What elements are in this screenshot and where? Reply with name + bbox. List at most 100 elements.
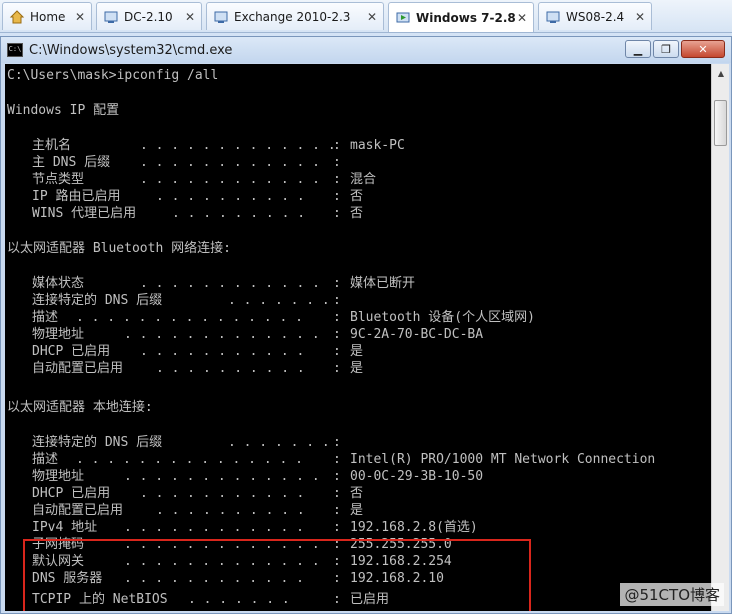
field-label: 连接特定的 DNS 后缀 — [32, 435, 163, 450]
minimize-button[interactable]: ▁ — [625, 40, 651, 58]
field-label: 描述 — [32, 310, 59, 325]
field-dots: . . . . . . . . . . — [156, 189, 305, 204]
field-dots: . . . . . . . — [228, 435, 330, 450]
close-button[interactable]: ✕ — [681, 40, 725, 58]
close-icon[interactable]: ✕ — [633, 10, 647, 24]
field-colon: : — [333, 469, 341, 484]
field-label: 自动配置已启用 — [32, 503, 124, 518]
field-dots: . . . . . . . . . . . . . . . — [76, 452, 303, 467]
field-label: IPv4 地址 — [32, 520, 98, 535]
scrollbar-thumb[interactable] — [714, 100, 727, 146]
title-bar[interactable]: C:\ C:\Windows\system32\cmd.exe ▁ ❐ ✕ — [1, 37, 731, 63]
field-colon: : — [333, 361, 341, 376]
field-dots: . . . . . . . . . — [172, 206, 306, 221]
tab-label: Home — [30, 9, 66, 24]
field-colon: : — [333, 344, 341, 359]
field-value: 192.168.2.8(首选) — [350, 520, 478, 535]
field-dots: . . . . . . . . . . — [156, 503, 305, 518]
home-icon — [9, 9, 25, 23]
tab-windows7[interactable]: Windows 7-2.8 ✕ — [388, 2, 534, 32]
field-label: IP 路由已启用 — [32, 189, 121, 204]
field-label: 自动配置已启用 — [32, 361, 124, 376]
field-value: Intel(R) PRO/1000 MT Network Connection — [350, 452, 656, 467]
field-dots: . . . . . . . . . . . . — [140, 172, 321, 187]
close-icon[interactable]: ✕ — [365, 10, 379, 24]
vm-running-icon — [396, 12, 410, 22]
field-dots: . . . . . . . . . . . . — [124, 520, 305, 535]
field-value: 否 — [350, 189, 364, 204]
field-colon: : — [333, 310, 341, 325]
section-header: Windows IP 配置 — [7, 103, 120, 118]
close-icon[interactable]: ✕ — [515, 11, 529, 25]
field-value: 否 — [350, 486, 364, 501]
tab-ws08[interactable]: WS08-2.4 ✕ — [538, 2, 652, 30]
cmd-window: C:\ C:\Windows\system32\cmd.exe ▁ ❐ ✕ C:… — [0, 36, 732, 614]
field-colon: : — [333, 293, 341, 308]
field-label: 主 DNS 后缀 — [32, 155, 111, 170]
tab-label: Exchange 2010-2.3 — [234, 9, 351, 24]
scroll-up-arrow-icon[interactable]: ▲ — [714, 67, 728, 81]
field-colon: : — [333, 172, 341, 187]
window-title: C:\Windows\system32\cmd.exe — [29, 42, 233, 58]
command-prompt: C:\Users\mask>ipconfig /all — [7, 68, 219, 83]
field-value: Bluetooth 设备(个人区域网) — [350, 310, 535, 325]
field-value: 混合 — [350, 172, 377, 187]
tab-label: WS08-2.4 — [566, 9, 625, 24]
vm-icon — [104, 11, 118, 23]
window-controls: ▁ ❐ ✕ — [625, 40, 725, 58]
field-dots: . . . . . . . . . . . — [140, 486, 305, 501]
field-colon: : — [333, 452, 341, 467]
field-label: WINS 代理已启用 — [32, 206, 137, 221]
field-value: 是 — [350, 344, 364, 359]
field-colon: : — [333, 520, 341, 535]
close-icon[interactable]: ✕ — [73, 10, 87, 24]
field-value: 00-0C-29-3B-10-50 — [350, 469, 484, 484]
field-colon: : — [333, 206, 341, 221]
tab-home[interactable]: Home ✕ — [2, 2, 92, 30]
field-label: 媒体状态 — [32, 276, 85, 291]
field-colon: : — [333, 138, 341, 153]
field-label: 节点类型 — [32, 172, 85, 187]
field-value: 9C-2A-70-BC-DC-BA — [350, 327, 484, 342]
field-colon: : — [333, 189, 341, 204]
field-dots: . . . . . . . . . . . . . — [124, 327, 320, 342]
field-label: DHCP 已启用 — [32, 344, 111, 359]
close-icon[interactable]: ✕ — [183, 10, 197, 24]
field-dots: . . . . . . . . . . . . — [140, 276, 321, 291]
highlight-box — [23, 539, 531, 611]
field-label: 物理地址 — [32, 469, 85, 484]
field-value: 否 — [350, 206, 364, 221]
field-colon: : — [333, 435, 341, 450]
watermark: @51CTO博客 — [620, 583, 724, 606]
vm-icon — [546, 11, 560, 23]
tab-label: Windows 7-2.8 — [416, 10, 515, 25]
vm-icon — [214, 11, 228, 23]
field-colon: : — [333, 503, 341, 518]
field-value: 是 — [350, 361, 364, 376]
console-output[interactable]: C:\Users\mask>ipconfig /all Windows IP 配… — [5, 64, 711, 611]
field-dots: . . . . . . . . . . . . — [140, 155, 321, 170]
field-dots: . . . . . . . . . . . . . . . — [76, 310, 303, 325]
tab-label: DC-2.10 — [124, 9, 173, 24]
vertical-scrollbar[interactable]: ▲ — [711, 64, 729, 611]
field-dots: . . . . . . . . . . — [156, 361, 305, 376]
field-dots: . . . . . . . — [228, 293, 330, 308]
field-dots: . . . . . . . . . . . . . — [124, 469, 320, 484]
field-colon: : — [333, 155, 341, 170]
tab-dc[interactable]: DC-2.10 ✕ — [96, 2, 202, 30]
field-dots: . . . . . . . . . . . — [140, 344, 305, 359]
tab-exchange[interactable]: Exchange 2010-2.3 ✕ — [206, 2, 384, 30]
adapter-title: 以太网适配器 Bluetooth 网络连接: — [7, 241, 231, 256]
field-label: DHCP 已启用 — [32, 486, 111, 501]
cmd-icon: C:\ — [7, 43, 23, 57]
field-colon: : — [333, 486, 341, 501]
field-label: 主机名 — [32, 138, 72, 153]
adapter-title: 以太网适配器 本地连接: — [7, 400, 153, 415]
field-colon: : — [333, 276, 341, 291]
field-label: 连接特定的 DNS 后缀 — [32, 293, 163, 308]
field-label: 物理地址 — [32, 327, 85, 342]
field-value: mask-PC — [350, 138, 405, 153]
field-dots: . . . . . . . . . . . . . — [140, 138, 336, 153]
field-value: 媒体已断开 — [350, 276, 416, 291]
restore-button[interactable]: ❐ — [653, 40, 679, 58]
